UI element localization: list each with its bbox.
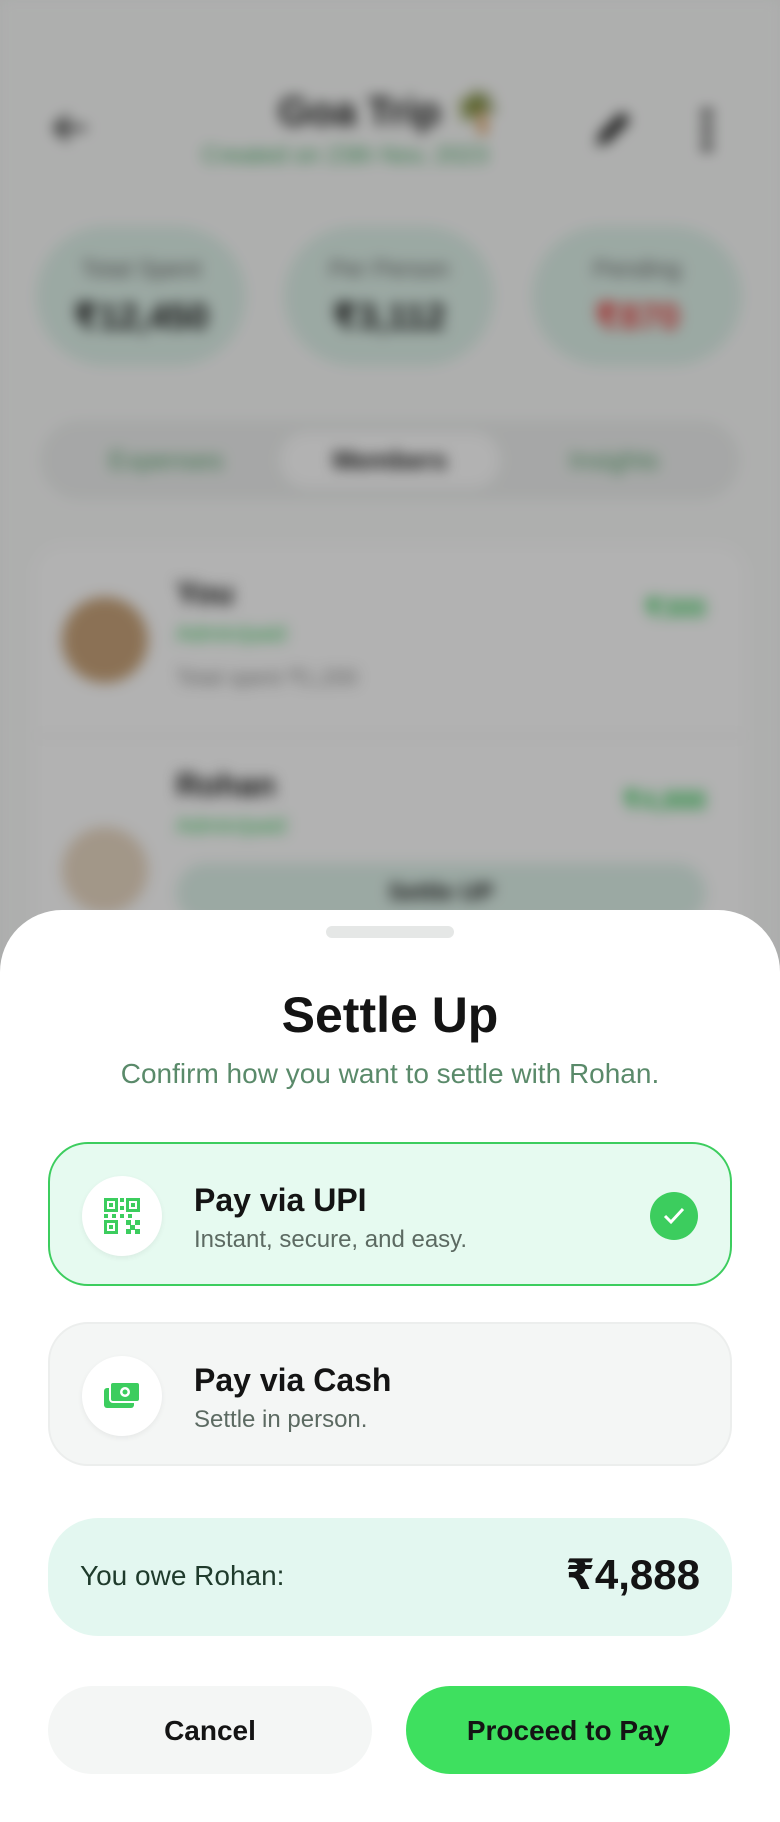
cancel-button[interactable]: Cancel — [48, 1686, 372, 1774]
option-title: Pay via UPI — [194, 1182, 367, 1218]
settle-up-sheet: Settle Up Confirm how you want to settle… — [0, 910, 780, 1822]
option-icon-container — [82, 1356, 162, 1436]
qr-code-icon — [104, 1198, 140, 1234]
selected-check-icon — [650, 1192, 698, 1240]
sheet-subtitle: Confirm how you want to settle with Roha… — [120, 1058, 660, 1089]
option-title: Pay via Cash — [194, 1362, 392, 1398]
option-icon-container — [82, 1176, 162, 1256]
owe-label: You owe Rohan: — [80, 1560, 285, 1591]
option-description: Settle in person. — [194, 1406, 368, 1433]
cash-icon — [104, 1381, 141, 1408]
owe-amount: ₹4,888 — [565, 1551, 700, 1598]
option-description: Instant, secure, and easy. — [194, 1226, 468, 1253]
amount-owed-summary: You owe Rohan: ₹4,888 — [48, 1518, 732, 1636]
proceed-to-pay-button[interactable]: Proceed to Pay — [406, 1686, 730, 1774]
pay-via-upi-option[interactable]: Pay via UPI Instant, secure, and easy. — [48, 1142, 732, 1286]
drag-handle[interactable] — [326, 926, 454, 938]
pay-via-cash-option[interactable]: Pay via Cash Settle in person. — [48, 1322, 732, 1466]
sheet-title: Settle Up — [281, 987, 499, 1043]
